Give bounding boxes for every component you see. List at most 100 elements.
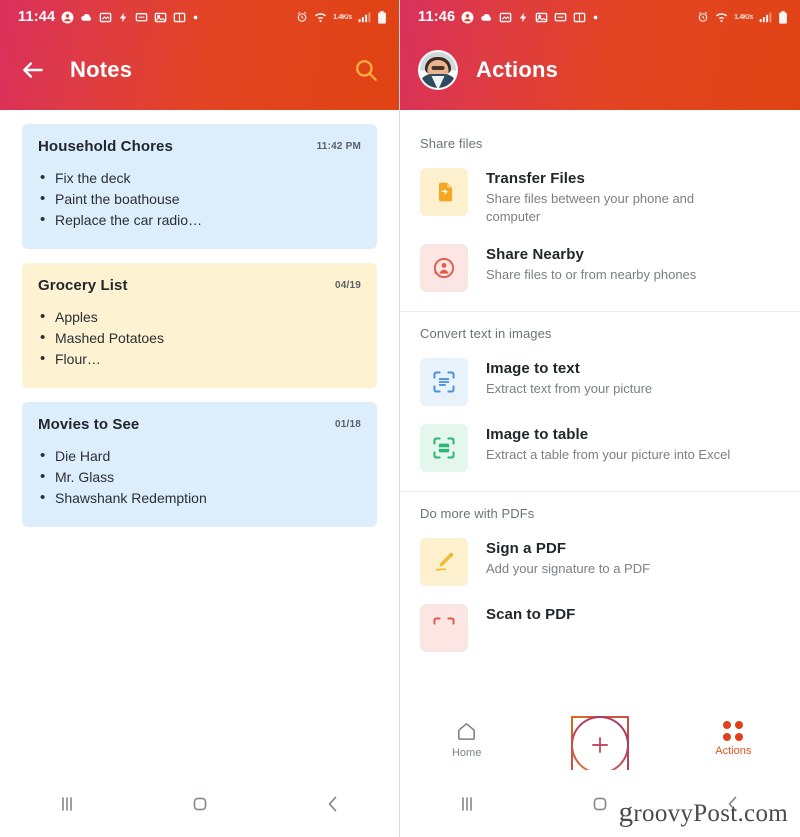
note-card[interactable]: Household Chores 11:42 PM Fix the deck P… [22,124,377,249]
screenshot-icon [499,11,512,24]
note-title: Grocery List [38,277,128,294]
contact-icon [61,11,74,24]
alarm-icon [296,11,308,23]
actions-grid-icon [723,721,744,741]
signal-icon [358,11,371,23]
action-title: Image to table [486,426,589,443]
avatar[interactable] [418,50,458,90]
back-icon[interactable] [321,792,345,816]
action-row-transfer-files[interactable]: Transfer Files Share files between your … [400,159,800,235]
action-title: Scan to PDF [486,606,576,623]
back-icon[interactable] [721,792,745,816]
action-subtitle: Extract text from your picture [486,381,653,396]
gallery-icon [535,11,548,24]
note-items: Apples Mashed Potatoes Flour… [38,306,361,370]
bottom-tab-bar: Home Actions [400,708,800,774]
action-row-text: Share Nearby Share files to or from near… [486,244,696,284]
notes-app-bar: Notes [0,30,399,110]
message-icon [554,11,567,24]
note-card[interactable]: Grocery List 04/19 Apples Mashed Potatoe… [22,263,377,388]
screenshot-icon [99,11,112,24]
notes-list: Household Chores 11:42 PM Fix the deck P… [0,110,399,770]
alarm-icon [697,11,709,23]
note-item: Paint the boathouse [38,188,361,210]
wifi-icon [314,11,327,23]
action-row-image-to-table[interactable]: Image to table Extract a table from your… [400,415,800,481]
actions-header: 11:46 1.4K/s Actions [400,0,800,110]
tab-home-label: Home [451,746,482,759]
flash-icon [118,11,129,24]
plus-icon [573,718,627,772]
status-icon-group [61,11,199,24]
action-title: Share Nearby [486,246,584,263]
screenshot-root: 11:44 1.4K/s Notes Household Chores 11:4… [0,0,800,837]
actions-list: Share files Transfer Files Share files b… [400,110,800,728]
android-nav-bar [0,770,399,837]
add-button[interactable] [571,716,629,774]
note-header: Movies to See 01/18 [38,416,361,433]
status-clock: 11:44 [18,9,56,25]
note-timestamp: 01/18 [334,419,361,430]
back-arrow-icon[interactable] [18,55,48,85]
recents-icon[interactable] [55,792,79,816]
image-to-table-icon [420,424,468,472]
tab-actions[interactable]: Actions [667,721,800,757]
actions-section: Convert text in images Image to text Ext… [400,312,800,492]
note-card[interactable]: Movies to See 01/18 Die Hard Mr. Glass S… [22,402,377,527]
note-items: Die Hard Mr. Glass Shawshank Redemption [38,445,361,509]
note-header: Household Chores 11:42 PM [38,138,361,155]
note-title: Household Chores [38,138,173,155]
action-row-sign-a-pdf[interactable]: Sign a PDF Add your signature to a PDF [400,529,800,595]
page-title: Actions [476,57,559,82]
action-row-scan-to-pdf[interactable]: Scan to PDF [400,595,800,661]
battery-icon [377,10,387,24]
section-title: Do more with PDFs [420,506,535,521]
notes-phone-screenshot: 11:44 1.4K/s Notes Household Chores 11:4… [0,0,400,837]
action-title: Sign a PDF [486,540,567,557]
actions-section: Do more with PDFs Sign a PDF Add your si… [400,492,800,671]
scan-to-pdf-icon [420,604,468,652]
status-icon-group [461,11,599,24]
weather-icon [480,11,493,24]
note-item: Mr. Glass [38,466,361,488]
note-timestamp: 04/19 [334,280,361,291]
section-title: Convert text in images [420,326,552,341]
home-icon[interactable] [588,792,612,816]
note-item: Fix the deck [38,167,361,189]
status-right-group: 1.4K/s [697,10,788,24]
search-icon[interactable] [351,55,381,85]
page-title: Notes [70,57,133,82]
note-item: Mashed Potatoes [38,327,361,349]
action-subtitle: Extract a table from your picture into E… [486,447,731,462]
action-row-image-to-text[interactable]: Image to text Extract text from your pic… [400,349,800,415]
action-row-share-nearby[interactable]: Share Nearby Share files to or from near… [400,235,800,301]
dot-icon [192,14,199,21]
network-speed-label: 1.4K/s [734,13,753,21]
action-subtitle: Share files between your phone and compu… [486,191,695,224]
status-clock: 11:46 [418,9,456,25]
weather-icon [80,11,93,24]
gallery-icon [154,11,167,24]
android-nav-bar [400,770,800,837]
transfer-files-icon [420,168,468,216]
note-item: Flour… [38,348,361,370]
note-items: Fix the deck Paint the boathouse Replace… [38,167,361,231]
actions-section: Share files Transfer Files Share files b… [400,122,800,312]
dot-icon [592,14,599,21]
action-row-text: Scan to PDF [486,604,575,623]
share-nearby-icon [420,244,468,292]
action-title: Transfer Files [486,170,585,187]
status-right-group: 1.4K/s [296,10,387,24]
home-icon[interactable] [188,792,212,816]
note-title: Movies to See [38,416,140,433]
flash-icon [518,11,529,24]
avatar-moustache [431,66,445,71]
tab-home[interactable]: Home [400,720,533,759]
action-title: Image to text [486,360,580,377]
home-icon [458,722,476,740]
notes-header: 11:44 1.4K/s Notes [0,0,399,110]
note-header: Grocery List 04/19 [38,277,361,294]
contact-icon [461,11,474,24]
recents-icon[interactable] [455,792,479,816]
status-bar: 11:46 1.4K/s [400,0,800,30]
